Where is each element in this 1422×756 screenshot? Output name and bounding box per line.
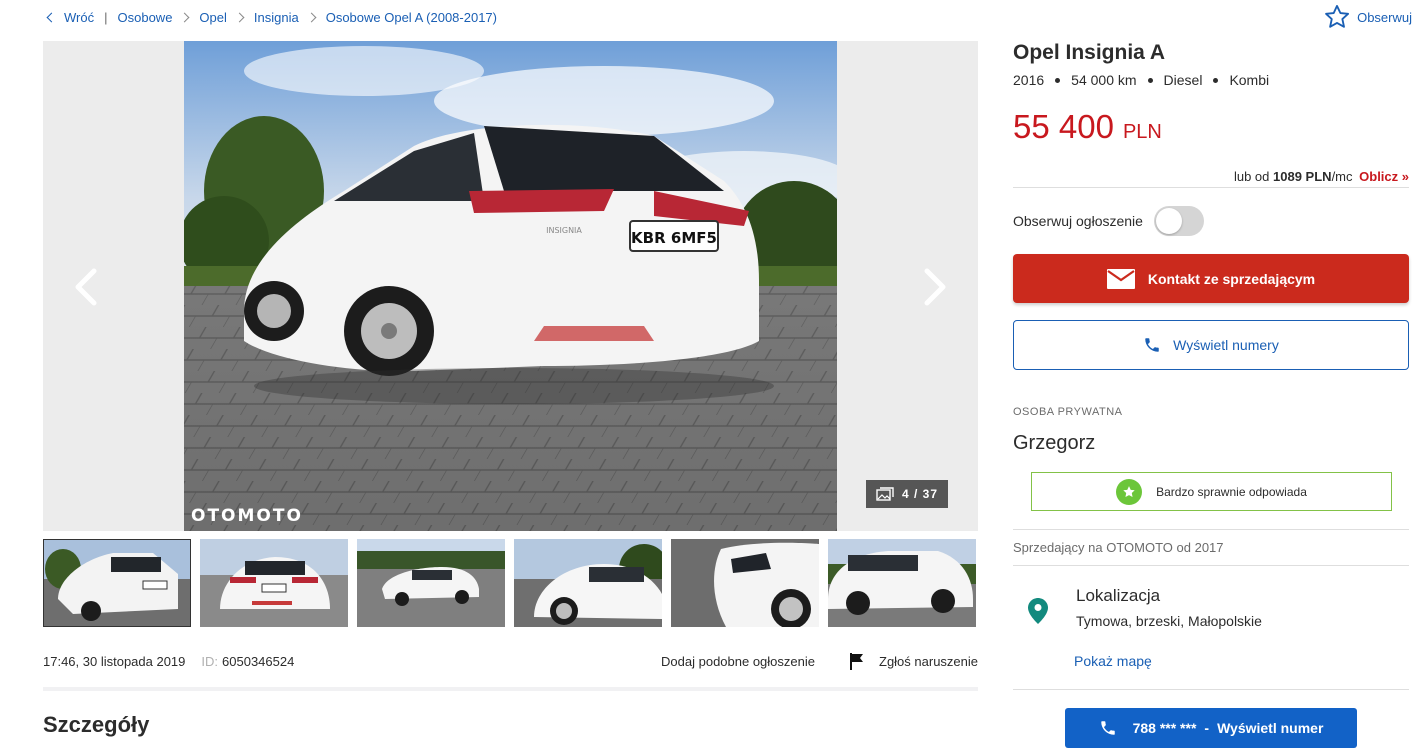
chevron-right-icon (306, 12, 317, 22)
breadcrumb: Wróć | Osobowe Opel Insignia Osobowe Ope… (44, 9, 497, 25)
show-numbers-button[interactable]: Wyświetl numery (1013, 320, 1409, 370)
show-phone-number-button[interactable]: 788 *** *** - Wyświetl numer (1065, 708, 1357, 748)
contact-seller-label: Kontakt ze sprzedającym (1147, 270, 1316, 287)
photo-counter-text: 4 / 37 (901, 487, 939, 501)
listing-id: 6050346524 (222, 653, 295, 669)
thumbnail-image (671, 539, 819, 627)
observe-top-label: Obserwuj (1357, 9, 1412, 25)
thumbnail[interactable] (200, 539, 348, 627)
phone-icon (1100, 721, 1115, 735)
offer-params: 2016 54 000 km Diesel Kombi (1013, 72, 1269, 88)
show-map-link[interactable]: Pokaż mapę (1074, 653, 1152, 669)
back-link[interactable]: Wróć (64, 10, 94, 25)
chevron-right-icon (924, 268, 946, 306)
param-body: Kombi (1229, 72, 1270, 88)
thumbnail-image (828, 539, 976, 627)
finance-prefix: lub od (1233, 169, 1270, 184)
divider (1013, 187, 1409, 188)
listing-actions: Dodaj podobne ogłoszenie Zgłoś naruszeni… (661, 652, 978, 670)
photo-counter[interactable]: 4 / 37 (866, 480, 948, 508)
phone-masked: 788 *** *** (1132, 720, 1197, 736)
response-badge-text: Bardzo sprawnie odpowiada (1156, 484, 1307, 499)
observe-row: Obserwuj ogłoszenie (1013, 206, 1204, 236)
chevron-left-icon (75, 268, 97, 306)
envelope-icon (1106, 268, 1135, 289)
finance-calc-link[interactable]: Oblicz » (1359, 169, 1409, 184)
price-value: 55 400 (1013, 108, 1114, 145)
listing-meta: 17:46, 30 listopada 2019 ID: 6050346524 … (43, 652, 978, 670)
breadcrumb-separator: | (104, 9, 108, 25)
listing-date: 17:46, 30 listopada 2019 (43, 653, 186, 669)
observe-label: Obserwuj ogłoszenie (1013, 213, 1143, 229)
star-outline-icon (1325, 4, 1350, 28)
thumbnail[interactable] (828, 539, 976, 627)
finance-amount: 1089 PLN (1273, 169, 1332, 184)
thumbnail[interactable] (514, 539, 662, 627)
breadcrumb-item-opel[interactable]: Opel (199, 10, 226, 25)
thumbnail[interactable] (671, 539, 819, 627)
next-photo-button[interactable] (917, 267, 953, 307)
param-year: 2016 (1013, 72, 1045, 88)
divider (1013, 529, 1409, 530)
price-currency: PLN (1122, 121, 1162, 143)
badge-text: INSIGNIA (546, 226, 582, 235)
thumbnail-image (200, 539, 348, 627)
chevron-right-icon (179, 12, 190, 22)
section-divider (43, 687, 978, 691)
add-similar-link[interactable]: Dodaj podobne ogłoszenie (661, 654, 815, 669)
thumbnail-image (43, 539, 191, 627)
details-heading: Szczegóły (43, 712, 150, 737)
seller-name: Grzegorz (1013, 432, 1096, 454)
seller-since: Sprzedający na OTOMOTO od 2017 (1013, 540, 1224, 555)
breadcrumb-item-model[interactable]: Osobowe Opel A (2008-2017) (326, 10, 497, 25)
report-link[interactable]: Zgłoś naruszenie (879, 654, 978, 669)
separator-dash: - (1204, 720, 1210, 736)
car-photo-image: KBR 6MF5 INSIGNIA (184, 41, 837, 531)
plate-text: KBR 6MF5 (631, 229, 717, 247)
breadcrumb-item-insignia[interactable]: Insignia (254, 10, 299, 25)
gallery-icon (876, 487, 894, 501)
bullet-dot (1147, 77, 1153, 83)
main-photo[interactable]: KBR 6MF5 INSIGNIA (184, 41, 837, 531)
observe-toggle[interactable] (1153, 206, 1204, 236)
finance-info: lub od 1089 PLN/mc Oblicz » (1234, 169, 1409, 184)
phone-action-label: Wyświetl numer (1217, 720, 1324, 736)
thumbnail-strip (43, 539, 978, 627)
thumbnail[interactable] (43, 539, 191, 627)
breadcrumb-item-osobowe[interactable]: Osobowe (118, 10, 173, 25)
thumbnail-image (357, 539, 505, 627)
location-pin-icon (1028, 598, 1048, 629)
previous-photo-button[interactable] (68, 267, 104, 307)
show-numbers-label: Wyświetl numery (1173, 337, 1279, 353)
param-fuel: Diesel (1163, 72, 1203, 88)
seller-type: OSOBA PRYWATNA (1013, 406, 1123, 418)
chevron-right-icon (234, 12, 245, 22)
star-badge-icon (1116, 478, 1143, 505)
response-badge: Bardzo sprawnie odpowiada (1031, 472, 1392, 511)
offer-price: 55 400 PLN (1013, 108, 1162, 146)
offer-title: Opel Insignia A (1013, 41, 1166, 64)
bullet-dot (1213, 77, 1219, 83)
observe-top-button[interactable]: Obserwuj (1322, 3, 1412, 31)
param-mileage: 54 000 km (1071, 72, 1137, 88)
location-value: Tymowa, brzeski, Małopolskie (1076, 613, 1262, 629)
otomoto-watermark: OTOMOTO (191, 506, 303, 526)
flag-icon (848, 652, 866, 670)
photo-gallery: KBR 6MF5 INSIGNIA OTOMOTO 4 / 37 (43, 41, 978, 531)
contact-seller-button[interactable]: Kontakt ze sprzedającym (1013, 254, 1409, 303)
listing-id-label: ID: (201, 653, 219, 669)
divider (1013, 565, 1409, 566)
finance-suffix: /mc (1331, 169, 1353, 184)
location-title: Lokalizacja (1076, 586, 1161, 605)
bullet-dot (1055, 77, 1061, 83)
thumbnail-image (514, 539, 662, 627)
phone-icon (1145, 338, 1159, 352)
chevron-left-icon (46, 12, 57, 22)
divider (1013, 689, 1409, 690)
thumbnail[interactable] (357, 539, 505, 627)
